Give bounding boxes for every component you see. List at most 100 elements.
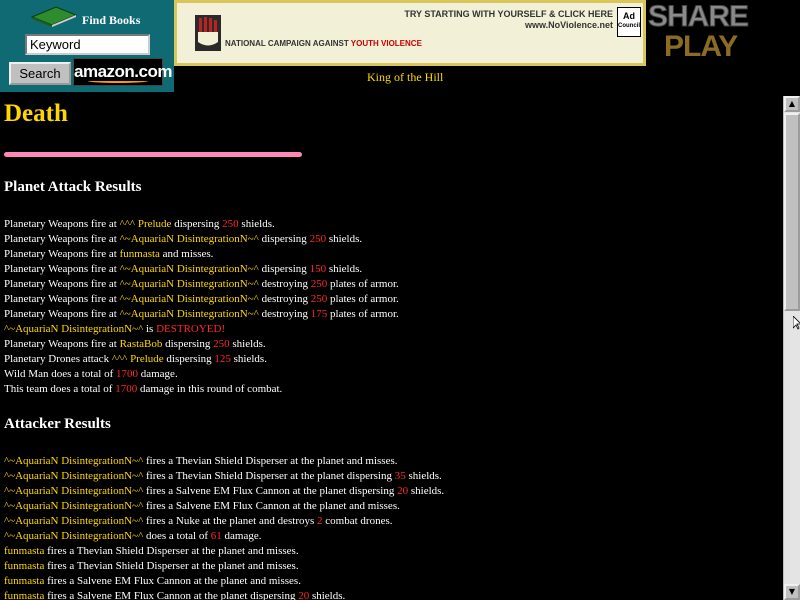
log-text: Planetary Weapons fire at — [4, 248, 120, 260]
log-text: fires a Thevian Shield Disperser at the … — [143, 455, 398, 467]
attacker-results-heading: Attacker Results — [4, 416, 111, 432]
log-value: 35 — [394, 470, 406, 482]
log-value: 1700 — [115, 368, 138, 380]
log-line: Planetary Weapons fire at ^~AquariaN Dis… — [4, 262, 774, 277]
planet-attack-log: Planetary Weapons fire at ^^^ Prelude di… — [4, 217, 774, 397]
log-text: shields. — [326, 233, 363, 245]
log-line: Wild Man does a total of 1700 damage. — [4, 367, 774, 382]
log-text: Planetary Weapons fire at — [4, 293, 120, 305]
log-text: plates of armor. — [327, 293, 399, 305]
ad-slogan: TRY STARTING WITH YOURSELF & CLICK HERE … — [404, 9, 613, 31]
log-value: 150 — [309, 263, 327, 275]
log-line: Planetary Weapons fire at ^~AquariaN Dis… — [4, 277, 774, 292]
player-name: ^~AquariaN DisintegrationN~^ — [4, 515, 144, 527]
player-name: ^~AquariaN DisintegrationN~^ — [119, 233, 259, 245]
log-text: shields. — [408, 485, 445, 497]
log-line: Planetary Weapons fire at funmasta and m… — [4, 247, 774, 262]
log-text: destroying — [258, 278, 311, 290]
log-line: Planetary Weapons fire at ^~AquariaN Dis… — [4, 307, 774, 322]
log-text: Wild Man does a total of — [4, 368, 116, 380]
log-text: Planetary Weapons fire at — [4, 218, 120, 230]
scrollbar-thumb[interactable] — [784, 113, 800, 311]
log-value: 20 — [298, 590, 310, 600]
adcouncil-logo: Ad Council — [617, 7, 641, 37]
log-text: plates of armor. — [327, 278, 399, 290]
ad-org-highlight: YOUTH VIOLENCE — [350, 39, 422, 48]
log-text: Planetary Weapons fire at — [4, 308, 120, 320]
log-value: 250 — [309, 233, 327, 245]
player-name: funmasta — [4, 560, 45, 572]
ad-slogan-line2: www.NoViolence.net — [524, 20, 613, 30]
shareplay-logo[interactable]: SHARE PLAY — [646, 0, 750, 63]
player-name: ^~AquariaN DisintegrationN~^ — [4, 485, 144, 497]
log-text: Planetary Weapons fire at — [4, 263, 120, 275]
log-text: dispersing — [171, 218, 223, 230]
ad-org-main: NATIONAL CAMPAIGN AGAINST — [225, 39, 349, 48]
log-text: This team does a total of — [4, 383, 116, 395]
log-value: 250 — [213, 338, 230, 350]
log-text: fires a Salvene EM Flux Cannon at the pl… — [143, 500, 400, 512]
log-line: Planetary Weapons fire at RastaBob dispe… — [4, 337, 774, 352]
search-button[interactable]: Search — [9, 62, 71, 85]
player-name: ^~AquariaN DisintegrationN~^ — [119, 263, 259, 275]
log-text: dispersing — [162, 338, 214, 350]
log-text: damage. — [221, 530, 262, 542]
log-text: destroying — [258, 308, 311, 320]
attacker-results-log: ^~AquariaN DisintegrationN~^ fires a The… — [4, 454, 774, 600]
log-text: shields. — [326, 263, 363, 275]
ad-banner[interactable]: TRY STARTING WITH YOURSELF & CLICK HERE … — [174, 0, 646, 66]
title-divider — [4, 152, 302, 157]
shareplay-line1: SHARE — [647, 0, 749, 34]
log-value: 20 — [397, 485, 409, 497]
log-text: dispersing — [258, 263, 310, 275]
log-text: shields. — [405, 470, 442, 482]
player-name: ^~AquariaN DisintegrationN~^ — [119, 278, 259, 290]
log-line: funmasta fires a Salvene EM Flux Cannon … — [4, 574, 774, 589]
mouse-cursor-icon — [793, 316, 800, 330]
amazon-smile-icon — [88, 79, 148, 83]
log-line: This team does a total of 1700 damage in… — [4, 382, 774, 397]
player-name: ^~AquariaN DisintegrationN~^ — [4, 470, 144, 482]
log-text: Planetary Weapons fire at — [4, 338, 120, 350]
log-line: Planetary Weapons fire at ^~AquariaN Dis… — [4, 232, 774, 247]
scroll-up-arrow-icon[interactable]: ▲ — [784, 96, 800, 112]
ad-slogan-line1: TRY STARTING WITH YOURSELF & CLICK HERE — [404, 9, 613, 19]
log-line: ^~AquariaN DisintegrationN~^ fires a The… — [4, 469, 774, 484]
log-text: damage in this round of combat. — [137, 383, 283, 395]
log-value: 1700 — [115, 383, 138, 395]
planet-attack-heading: Planet Attack Results — [4, 179, 142, 195]
log-text: shields. — [230, 353, 267, 365]
combat-report: Death Planet Attack Results Planetary We… — [4, 96, 779, 600]
player-name: ^~AquariaN DisintegrationN~^ — [119, 308, 259, 320]
vertical-scrollbar[interactable]: ▲ ▼ — [783, 96, 800, 600]
king-of-the-hill-link[interactable]: King of the Hill — [367, 70, 443, 85]
log-line: funmasta fires a Salvene EM Flux Cannon … — [4, 589, 774, 600]
log-value: 250 — [310, 293, 328, 305]
log-text: Planetary Weapons fire at — [4, 233, 120, 245]
log-text: Planetary Weapons fire at — [4, 278, 120, 290]
log-value: 61 — [210, 530, 222, 542]
log-text: shields. — [238, 218, 275, 230]
log-text: fires a Salvene EM Flux Cannon at the pl… — [44, 575, 301, 587]
log-text: shields. — [229, 338, 266, 350]
hand-icon — [195, 15, 221, 51]
amazon-logo[interactable]: amazon.com — [73, 58, 172, 86]
log-line: ^~AquariaN DisintegrationN~^ fires a The… — [4, 454, 774, 469]
adcouncil-line1: Ad — [623, 11, 635, 21]
log-text: shields. — [309, 590, 346, 600]
player-name: funmasta — [4, 545, 45, 557]
log-line: ^~AquariaN DisintegrationN~^ fires a Nuk… — [4, 514, 774, 529]
log-line: ^~AquariaN DisintegrationN~^ does a tota… — [4, 529, 774, 544]
player-name: RastaBob — [119, 338, 163, 350]
page-title: Death — [4, 100, 68, 127]
player-name: ^^^ Prelude — [119, 218, 172, 230]
player-name: ^~AquariaN DisintegrationN~^ — [119, 293, 259, 305]
shareplay-line2: PLAY — [664, 30, 738, 63]
log-line: Planetary Weapons fire at ^^^ Prelude di… — [4, 217, 774, 232]
log-line: Planetary Weapons fire at ^~AquariaN Dis… — [4, 292, 774, 307]
log-value: 250 — [222, 218, 239, 230]
log-text: fires a Salvene EM Flux Cannon at the pl… — [143, 485, 398, 497]
keyword-input[interactable] — [25, 34, 150, 55]
player-name: ^~AquariaN DisintegrationN~^ — [4, 530, 144, 542]
scroll-down-arrow-icon[interactable]: ▼ — [784, 584, 800, 600]
